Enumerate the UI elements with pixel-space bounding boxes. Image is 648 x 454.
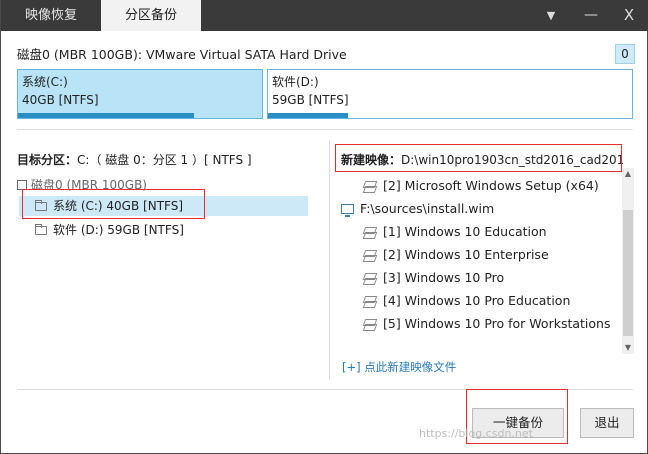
image-stack-icon — [363, 180, 377, 192]
image-stack-icon — [363, 226, 377, 238]
partition-c-usage-bar — [18, 113, 194, 118]
tree-item-d-label: 软件 (D:) 59GB [NTFS] — [53, 223, 184, 237]
image-list-item[interactable]: F:\sources\install.wim — [341, 197, 621, 220]
image-list: [2] Microsoft Windows Setup (x64) F:\sou… — [341, 174, 621, 354]
title-bar: 映像恢复 分区备份 ▼ — X — [1, 0, 648, 31]
folder-icon — [35, 223, 47, 235]
image-stack-icon — [363, 318, 377, 330]
section-divider — [17, 129, 633, 130]
partition-c-detail: 40GB [NTFS] — [22, 93, 99, 107]
menu-dropdown-icon[interactable]: ▼ — [533, 0, 569, 31]
tree-item-d[interactable]: 软件 (D:) 59GB [NTFS] — [19, 220, 184, 240]
image-list-item[interactable]: [4] Windows 10 Pro Education — [341, 289, 621, 312]
disk-icon — [17, 179, 27, 190]
image-list-item[interactable]: [5] Windows 10 Pro for Workstations — [341, 312, 621, 335]
image-list-item[interactable]: [2] Windows 10 Enterprise — [341, 243, 621, 266]
target-partition-value: C:（ 磁盘 0：分区 1 ）[ NTFS ] — [77, 153, 252, 167]
partition-c[interactable]: 系统(C:) 40GB [NTFS] — [17, 69, 263, 119]
target-partition-label: 目标分区： — [17, 153, 78, 167]
image-stack-icon — [363, 295, 377, 307]
target-partition-heading: 目标分区：C:（ 磁盘 0：分区 1 ）[ NTFS ] — [17, 151, 252, 168]
highlight-box-partition-c — [22, 189, 205, 219]
partition-c-name: 系统(C:) — [22, 75, 68, 89]
tab-partition-backup[interactable]: 分区备份 — [101, 0, 201, 31]
add-image-link[interactable]: [+] 点此新建映像文件 — [342, 359, 456, 375]
backup-window: 映像恢复 分区备份 ▼ — X 磁盘0 (MBR 100GB): VMware … — [0, 0, 648, 454]
image-list-item[interactable]: [3] Windows 10 Pro — [341, 266, 621, 289]
scroll-up-icon[interactable]: ▲ — [622, 168, 634, 180]
highlight-box-new-image — [335, 144, 622, 172]
partition-d-usage-bar — [268, 113, 349, 118]
image-stack-icon — [363, 272, 377, 284]
minimize-button[interactable]: — — [573, 0, 609, 31]
watermark: https://blog.csdn.net — [419, 427, 533, 440]
disk-title: 磁盘0 (MBR 100GB): VMware Virtual SATA Har… — [17, 47, 347, 62]
image-list-scrollbar[interactable]: ▲ ▼ — [622, 168, 634, 354]
scroll-down-icon[interactable]: ▼ — [622, 342, 634, 354]
vertical-divider — [329, 140, 330, 380]
partition-d-detail: 59GB [NTFS] — [272, 93, 349, 107]
partition-d[interactable]: 软件(D:) 59GB [NTFS] — [267, 69, 633, 119]
disk-badge[interactable]: 0 — [615, 44, 635, 64]
scrollbar-thumb[interactable] — [623, 210, 633, 336]
image-list-item[interactable]: [1] Windows 10 Education — [341, 220, 621, 243]
image-list-item[interactable]: [2] Microsoft Windows Setup (x64) — [341, 174, 621, 197]
monitor-icon — [341, 203, 354, 217]
tab-image-restore[interactable]: 映像恢复 — [1, 0, 101, 31]
image-stack-icon — [363, 249, 377, 261]
exit-button[interactable]: 退出 — [580, 408, 634, 438]
partition-d-name: 软件(D:) — [272, 75, 319, 89]
close-button[interactable]: X — [611, 0, 647, 31]
